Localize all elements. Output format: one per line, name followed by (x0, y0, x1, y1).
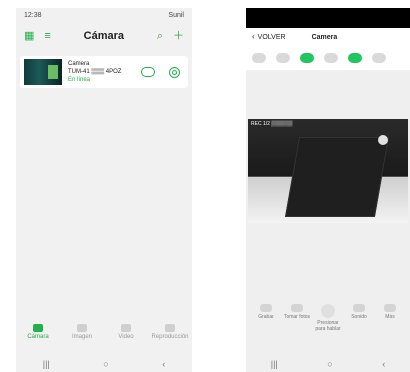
tab-label-camara: Cámara (27, 334, 49, 340)
record-label: Grabar (258, 314, 274, 320)
camera-title: Camera (311, 33, 338, 41)
video-tab-icon (121, 324, 131, 332)
app-bar: ▦ ≡ Cámara ⌕ ＋ (16, 22, 192, 50)
add-icon[interactable]: ＋ (173, 30, 184, 42)
recents-icon[interactable]: ||| (43, 359, 50, 369)
playback-tab-icon (165, 324, 175, 332)
camera-tab-icon (33, 324, 43, 332)
more-button[interactable]: Más (376, 304, 404, 338)
control-5-icon[interactable] (348, 53, 362, 63)
record-icon (260, 304, 272, 312)
bottom-tabs: Cámara Imagen Video Reproducción (16, 324, 192, 354)
camera-actions (141, 66, 180, 78)
status-time: 12:38 (24, 11, 42, 19)
system-navbar: ||| ○ ‹ (16, 356, 192, 372)
camera-thumbnail[interactable] (24, 59, 62, 85)
left-phone: 12:38 Sunil ▦ ≡ Cámara ⌕ ＋ Camera TUM-41… (16, 8, 192, 372)
video-label: REC 1/2 ▒▒▒▒▒▒ (251, 121, 293, 127)
home-icon[interactable]: ○ (103, 359, 108, 369)
push-to-talk-label: Presionar para hablar (315, 320, 341, 332)
grid-view-icon[interactable]: ▦ (24, 30, 34, 42)
camera-name: Camera (68, 61, 90, 67)
home-icon-right[interactable]: ○ (327, 359, 332, 369)
control-3-icon[interactable] (300, 53, 314, 63)
right-phone: ‹ VOLVER Camera REC 1/2 ▒▒▒▒▒▒ Grabar To… (246, 8, 410, 372)
video-light (378, 135, 388, 145)
settings-gear-icon[interactable] (169, 66, 180, 78)
tab-label-imagen: Imagen (71, 334, 92, 340)
tab-video[interactable]: Video (110, 324, 142, 354)
more-icon (384, 304, 396, 312)
status-right: Sunil (168, 11, 184, 19)
page-title: Cámara (83, 30, 124, 42)
camera-id: TUM-41 ▒▒▒ 4POZ (68, 69, 122, 75)
app-bar-left-icons: ▦ ≡ (24, 30, 51, 42)
tab-camara[interactable]: Cámara (22, 324, 54, 354)
sound-button[interactable]: Sonido (345, 304, 373, 338)
video-object (284, 137, 390, 217)
more-label: Más (385, 314, 395, 320)
live-video-view[interactable]: REC 1/2 ▒▒▒▒▒▒ (248, 119, 408, 223)
control-2-icon[interactable] (276, 53, 290, 63)
camera-actions-bar: Grabar Tomar fotos Presionar para hablar… (246, 304, 410, 338)
photo-button[interactable]: Tomar fotos (283, 304, 311, 338)
tab-imagen[interactable]: Imagen (66, 324, 98, 354)
photo-label: Tomar fotos (283, 314, 311, 320)
back-chevron-icon: ‹ (252, 32, 255, 41)
sound-label: Sonido (351, 314, 367, 320)
camera-list-item[interactable]: Camera TUM-41 ▒▒▒ 4POZ En línea (20, 56, 188, 88)
camera-info: Camera TUM-41 ▒▒▒ 4POZ En línea (68, 60, 138, 84)
tab-reproduccion[interactable]: Reproducción (151, 324, 189, 354)
tab-label-video: Video (118, 334, 134, 340)
back-label: VOLVER (257, 33, 286, 41)
cloud-icon[interactable] (141, 67, 155, 77)
app-bar-right-icons: ⌕ ＋ (157, 30, 184, 42)
image-tab-icon (77, 324, 87, 332)
list-view-icon[interactable]: ≡ (44, 30, 50, 42)
tab-label-reproduccion: Reproducción (151, 334, 189, 340)
photo-icon (291, 304, 303, 312)
camera-state: En línea (68, 77, 91, 83)
top-status-area (246, 8, 410, 28)
back-button[interactable]: ‹ VOLVER (252, 33, 286, 41)
push-to-talk-button[interactable]: Presionar para hablar (314, 304, 342, 338)
control-6-icon[interactable] (372, 53, 386, 63)
camera-controls-row (246, 46, 410, 70)
status-bar: 12:38 Sunil (16, 8, 192, 22)
control-4-icon[interactable] (324, 53, 338, 63)
record-button[interactable]: Grabar (252, 304, 280, 338)
microphone-icon (321, 304, 335, 318)
search-icon[interactable]: ⌕ (157, 30, 163, 42)
back-icon[interactable]: ‹ (162, 359, 165, 369)
sound-icon (353, 304, 365, 312)
back-icon-right[interactable]: ‹ (382, 359, 385, 369)
recents-icon-right[interactable]: ||| (271, 359, 278, 369)
control-1-icon[interactable] (252, 53, 266, 63)
camera-app-bar: ‹ VOLVER Camera (246, 28, 410, 46)
system-navbar-right: ||| ○ ‹ (246, 356, 410, 372)
